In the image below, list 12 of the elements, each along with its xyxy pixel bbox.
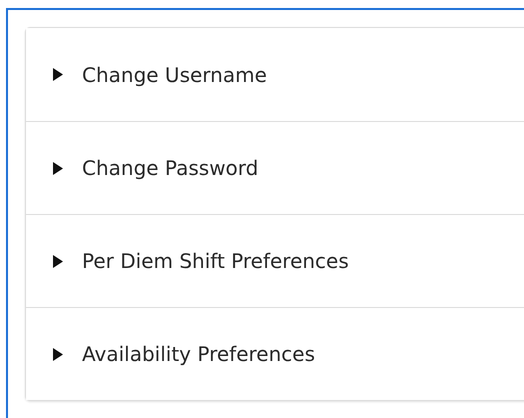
caret-icon xyxy=(53,254,63,268)
accordion-label: Change Username xyxy=(82,62,267,88)
accordion-label: Change Password xyxy=(82,155,258,182)
accordion-label: Per Diem Shift Preferences xyxy=(82,248,349,275)
caret-icon xyxy=(53,348,63,360)
caret-icon xyxy=(53,68,63,81)
accordion-label: Availability Preferences xyxy=(82,341,315,368)
accordion-item[interactable]: Change Username xyxy=(26,28,524,121)
accordion-item[interactable]: Per Diem Shift Preferences xyxy=(26,214,524,307)
caret-icon xyxy=(53,162,63,174)
accordion-item[interactable]: Availability Preferences xyxy=(26,307,524,400)
accordion-item[interactable]: Change Password xyxy=(26,121,524,214)
